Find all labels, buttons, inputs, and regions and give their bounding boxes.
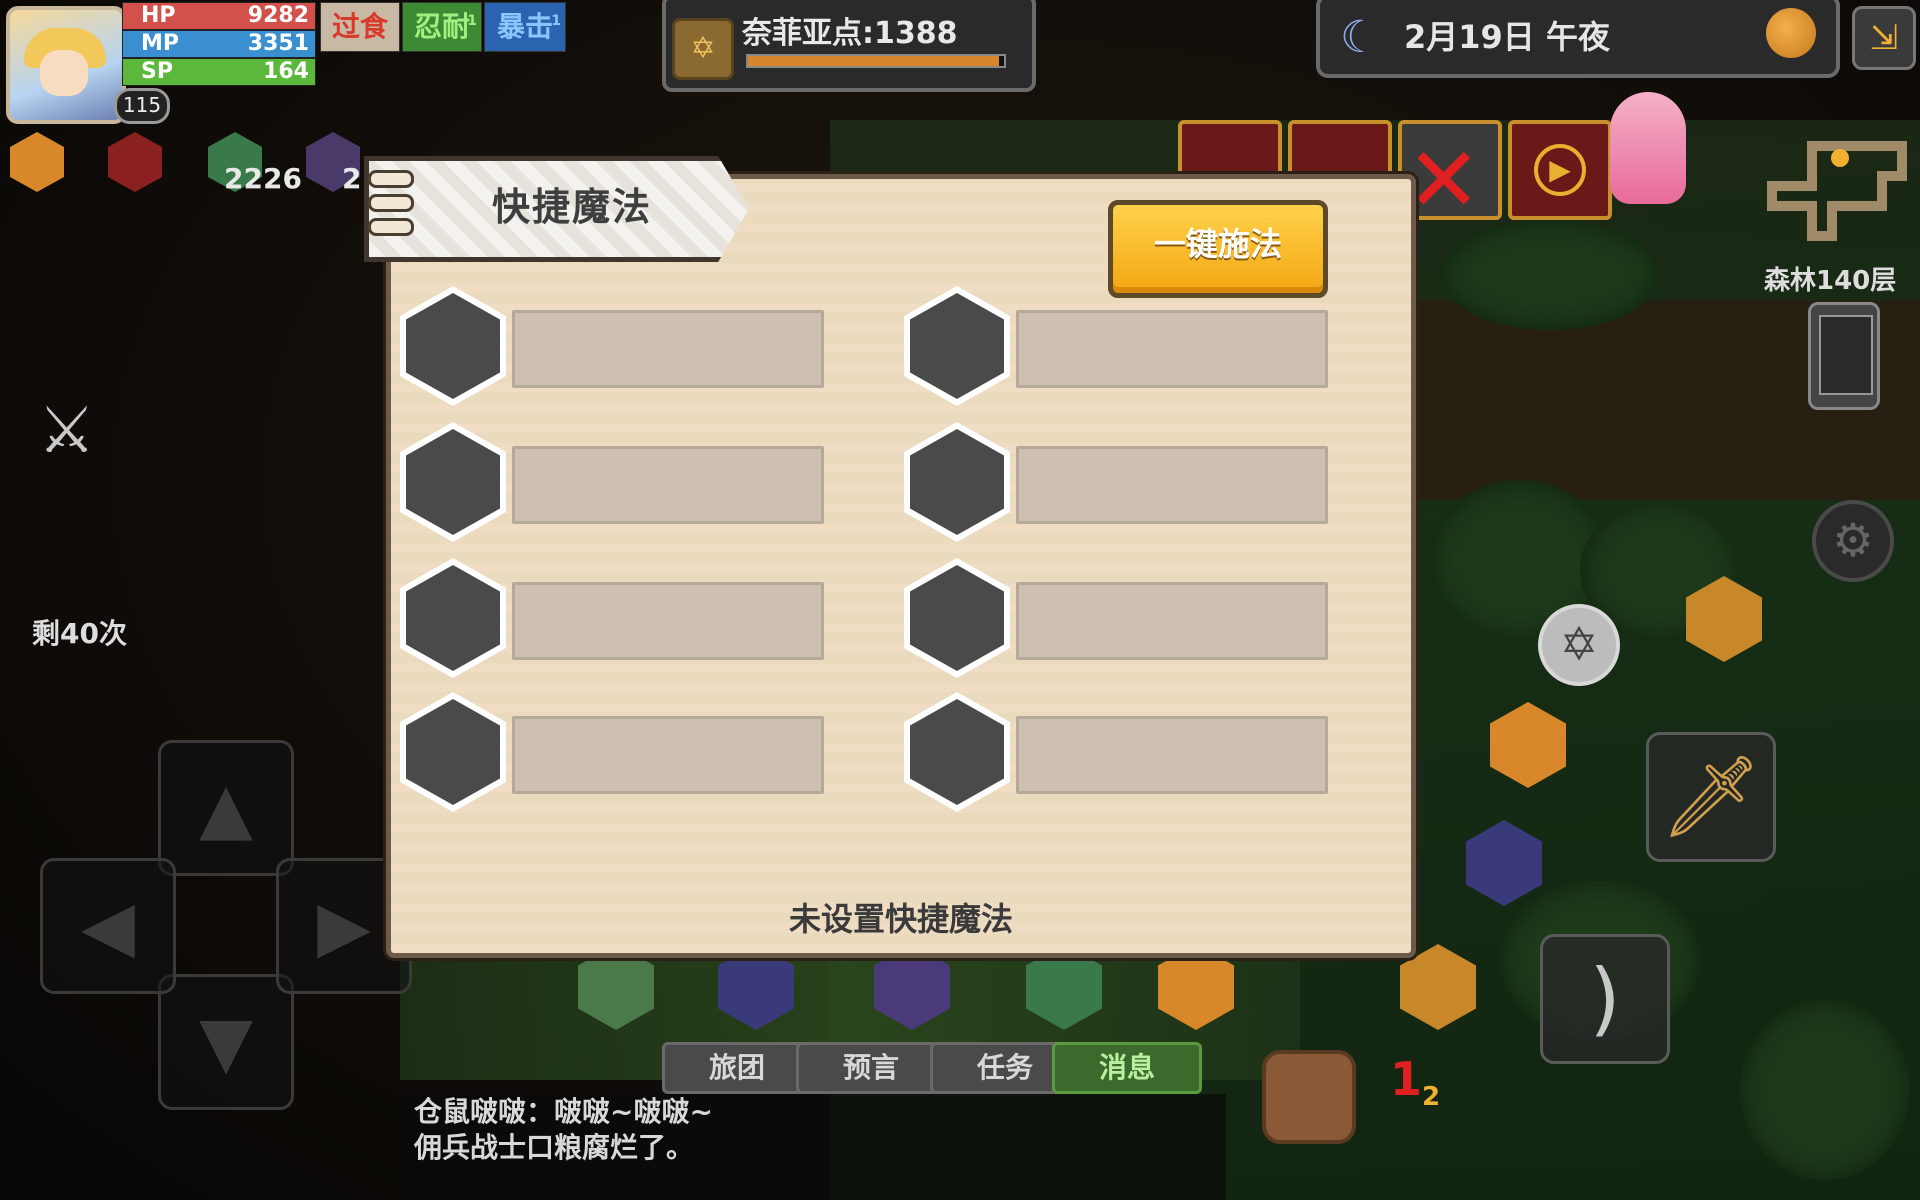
- magic-slot-bar[interactable]: [1016, 582, 1328, 660]
- hexagram-button[interactable]: ✡: [1538, 604, 1620, 686]
- dpad-down-button[interactable]: ▼: [158, 974, 294, 1110]
- gear-icon: ⚙: [1832, 513, 1874, 567]
- phone-icon[interactable]: [1808, 302, 1880, 410]
- bow-button[interactable]: ): [1540, 934, 1670, 1064]
- sp-label: SP: [141, 59, 173, 84]
- play-triangle-icon: ▶: [1534, 144, 1586, 196]
- mp-value: 3351: [247, 31, 309, 56]
- tab-guild[interactable]: 旅团: [662, 1042, 812, 1094]
- dpad-left-button[interactable]: ◀: [40, 858, 176, 994]
- buff-endurance[interactable]: 忍耐 1: [402, 2, 482, 52]
- arrow-up-icon: ▲: [199, 767, 253, 849]
- shield-count: 2226: [224, 162, 302, 195]
- page-secondary: 2: [1422, 1082, 1441, 1113]
- magic-slot-bar[interactable]: [1016, 716, 1328, 794]
- hexagram-icon: ✡: [1559, 617, 1599, 671]
- buff-label: 暴击: [496, 10, 553, 43]
- hp-label: HP: [141, 3, 176, 28]
- magic-slot-bar[interactable]: [512, 310, 824, 388]
- play-icon[interactable]: ▶: [1508, 120, 1612, 220]
- buff-label: 忍耐: [413, 10, 470, 43]
- nafia-points-text: 奈菲亚点:1388: [742, 16, 958, 51]
- exit-icon: ⇲: [1869, 18, 1899, 58]
- buff-critical[interactable]: 暴击 1: [484, 2, 566, 52]
- player-level-badge: 115: [114, 88, 170, 124]
- arrow-down-icon: ▼: [199, 1001, 253, 1083]
- floor-label: 森林140层: [1764, 266, 1897, 296]
- dpad-up-button[interactable]: ▲: [158, 740, 294, 876]
- page-indicator[interactable]: 12: [1390, 1052, 1440, 1112]
- empty-quick-magic-message: 未设置快捷魔法: [788, 900, 1013, 938]
- remaining-count: 剩40次: [32, 617, 127, 650]
- sp-bar: SP 164: [122, 58, 316, 86]
- minimap[interactable]: [1752, 136, 1920, 246]
- settings-gear-button[interactable]: ⚙: [1812, 500, 1894, 582]
- hp-value: 9282: [247, 3, 309, 28]
- sp-value: 164: [263, 59, 309, 84]
- attack-sword-button[interactable]: 🗡: [1646, 732, 1776, 862]
- chat-log[interactable]: 仓鼠啵啵：啵啵~啵啵~ 佣兵战士口粮腐烂了。: [402, 1094, 1226, 1200]
- mp-bar: MP 3351: [122, 30, 316, 58]
- tab-prophecy[interactable]: 预言: [796, 1042, 946, 1094]
- avatar-face: [40, 50, 88, 96]
- hp-bar: HP 9282: [122, 2, 316, 30]
- page-primary: 1: [1390, 1052, 1423, 1106]
- buff-label: 过食: [331, 10, 388, 43]
- globe-icon[interactable]: [1766, 8, 1816, 58]
- nafia-star-icon: ✡: [672, 18, 734, 80]
- magic-slot-bar[interactable]: [512, 716, 824, 794]
- arrow-left-icon: ◀: [81, 885, 135, 967]
- magic-slot-bar[interactable]: [1016, 446, 1328, 524]
- moon-icon: ☾: [1340, 12, 1380, 63]
- chat-line: 仓鼠啵啵：啵啵~啵啵~: [414, 1095, 713, 1128]
- crossed-swords-icon[interactable]: ⚔: [38, 394, 95, 468]
- magic-slot-bar[interactable]: [512, 582, 824, 660]
- date-time-text: 2月19日 午夜: [1404, 18, 1610, 56]
- cast-all-button[interactable]: 一键施法: [1108, 200, 1328, 298]
- sword-icon: 🗡: [1660, 750, 1762, 843]
- close-x-icon: ✕: [1406, 128, 1482, 233]
- buff-count: 1: [551, 13, 561, 29]
- tree: [1440, 220, 1660, 330]
- mp-label: MP: [141, 31, 180, 56]
- tab-messages[interactable]: 消息: [1052, 1042, 1202, 1094]
- exit-button[interactable]: ⇲: [1852, 6, 1916, 70]
- buff-overeat[interactable]: 过食: [320, 2, 400, 52]
- magic-slot-bar[interactable]: [1016, 310, 1328, 388]
- arrow-right-icon: ▶: [317, 885, 371, 967]
- nafia-progress-fill: [748, 56, 999, 66]
- chat-line: 佣兵战士口粮腐烂了。: [414, 1131, 695, 1164]
- nafia-points-panel[interactable]: ✡ 奈菲亚点:1388: [662, 0, 1036, 92]
- pet-character[interactable]: [1610, 92, 1686, 204]
- buff-count: 1: [467, 13, 477, 29]
- magic-slot-bar[interactable]: [512, 446, 824, 524]
- dialog-title: 快捷魔法: [492, 185, 653, 229]
- player-avatar[interactable]: [6, 6, 126, 124]
- bow-icon: ): [1589, 952, 1621, 1045]
- date-time-panel: ☾ 2月19日 午夜: [1316, 0, 1840, 78]
- nafia-progress-bar: [746, 54, 1006, 68]
- tree: [1740, 1000, 1910, 1180]
- backpack-button[interactable]: [1262, 1050, 1356, 1144]
